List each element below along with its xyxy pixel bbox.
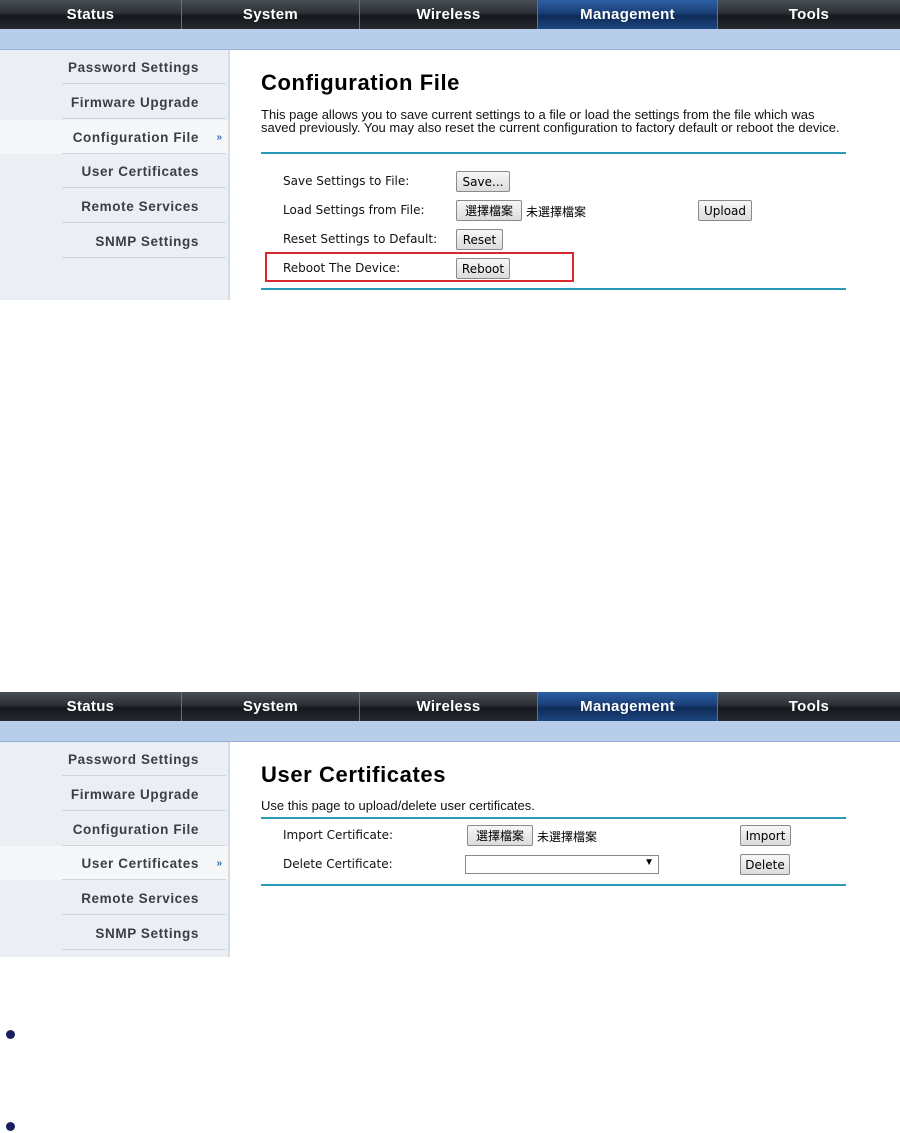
tab-tools[interactable]: Tools xyxy=(718,0,900,29)
sub-header-bar xyxy=(0,29,900,50)
sidebar: Password Settings Firmware Upgrade Confi… xyxy=(0,742,228,957)
reboot-button[interactable]: Reboot xyxy=(456,258,510,279)
bullet-icon xyxy=(6,1122,15,1131)
double-chevron-right-icon: » xyxy=(216,131,221,143)
page-title: User Certificates xyxy=(261,762,447,787)
sidebar-item-firmware-upgrade[interactable]: Firmware Upgrade xyxy=(0,85,228,119)
divider xyxy=(261,288,846,290)
sidebar-item-configuration-file[interactable]: Configuration File xyxy=(0,812,228,846)
tab-management[interactable]: Management xyxy=(538,0,718,29)
tab-status[interactable]: Status xyxy=(0,692,182,721)
reboot-device-label: Reboot The Device: xyxy=(283,261,401,275)
sidebar-item-label: Firmware Upgrade xyxy=(70,786,199,802)
top-navigation: Status System Wireless Management Tools xyxy=(0,0,900,29)
delete-certificate-select[interactable]: ▼ xyxy=(465,855,659,874)
page-description: This page allows you to save current set… xyxy=(261,107,840,135)
divider xyxy=(261,884,846,886)
delete-certificate-label: Delete Certificate: xyxy=(283,857,393,871)
screenshot-user-certificates: Status System Wireless Management Tools … xyxy=(0,692,900,957)
reset-settings-label: Reset Settings to Default: xyxy=(283,232,438,246)
tab-status[interactable]: Status xyxy=(0,0,182,29)
load-settings-label: Load Settings from File: xyxy=(283,203,425,217)
bullet-icon xyxy=(6,1030,15,1039)
no-file-chosen-text: 未選擇檔案 xyxy=(537,830,598,844)
sidebar-item-label: Configuration File xyxy=(72,821,199,837)
sidebar-item-remote-services[interactable]: Remote Services xyxy=(0,881,228,915)
no-file-chosen-text: 未選擇檔案 xyxy=(526,205,587,219)
sidebar-edge xyxy=(228,50,230,300)
tab-wireless[interactable]: Wireless xyxy=(360,0,538,29)
sub-header-bar xyxy=(0,721,900,742)
sidebar-edge xyxy=(228,742,230,957)
import-button[interactable]: Import xyxy=(740,825,791,846)
sidebar-item-remote-services[interactable]: Remote Services xyxy=(0,189,228,223)
sidebar-item-configuration-file[interactable]: Configuration File » xyxy=(0,120,228,154)
sidebar-item-label: User Certificates xyxy=(81,855,199,871)
choose-file-button[interactable]: 選擇檔案 xyxy=(467,825,533,846)
import-certificate-label: Import Certificate: xyxy=(283,828,394,842)
choose-file-button[interactable]: 選擇檔案 xyxy=(456,200,522,221)
sidebar-item-snmp-settings[interactable]: SNMP Settings xyxy=(0,916,228,950)
sidebar-item-label: User Certificates xyxy=(81,163,199,179)
dropdown-arrow-icon: ▼ xyxy=(644,857,654,868)
top-navigation: Status System Wireless Management Tools xyxy=(0,692,900,721)
tab-system[interactable]: System xyxy=(182,0,360,29)
page-description: Use this page to upload/delete user cert… xyxy=(261,798,535,813)
page-title: Configuration File xyxy=(261,70,461,95)
sidebar-item-label: Configuration File xyxy=(72,129,199,145)
sidebar-item-label: SNMP Settings xyxy=(95,925,199,941)
sidebar: Password Settings Firmware Upgrade Confi… xyxy=(0,50,228,300)
delete-button[interactable]: Delete xyxy=(740,854,790,875)
sidebar-item-label: Firmware Upgrade xyxy=(70,94,199,110)
double-chevron-right-icon: » xyxy=(216,857,221,869)
sidebar-item-label: Password Settings xyxy=(68,59,199,75)
tab-wireless[interactable]: Wireless xyxy=(360,692,538,721)
screenshot-configuration-file: Status System Wireless Management Tools … xyxy=(0,0,900,300)
sidebar-item-snmp-settings[interactable]: SNMP Settings xyxy=(0,224,228,258)
save-settings-label: Save Settings to File: xyxy=(283,174,410,188)
upload-button[interactable]: Upload xyxy=(698,200,752,221)
divider xyxy=(261,152,846,154)
sidebar-item-user-certificates[interactable]: User Certificates xyxy=(0,154,228,188)
save-button[interactable]: Save... xyxy=(456,171,510,192)
divider xyxy=(261,817,846,819)
sidebar-item-firmware-upgrade[interactable]: Firmware Upgrade xyxy=(0,777,228,811)
sidebar-item-label: SNMP Settings xyxy=(95,233,199,249)
tab-tools[interactable]: Tools xyxy=(718,692,900,721)
sidebar-item-password-settings[interactable]: Password Settings xyxy=(0,50,228,84)
tab-management[interactable]: Management xyxy=(538,692,718,721)
reset-button[interactable]: Reset xyxy=(456,229,503,250)
sidebar-item-label: Remote Services xyxy=(81,198,199,214)
sidebar-item-label: Remote Services xyxy=(81,890,199,906)
tab-system[interactable]: System xyxy=(182,692,360,721)
sidebar-item-user-certificates[interactable]: User Certificates » xyxy=(0,846,228,880)
sidebar-item-password-settings[interactable]: Password Settings xyxy=(0,742,228,776)
sidebar-item-label: Password Settings xyxy=(68,751,199,767)
